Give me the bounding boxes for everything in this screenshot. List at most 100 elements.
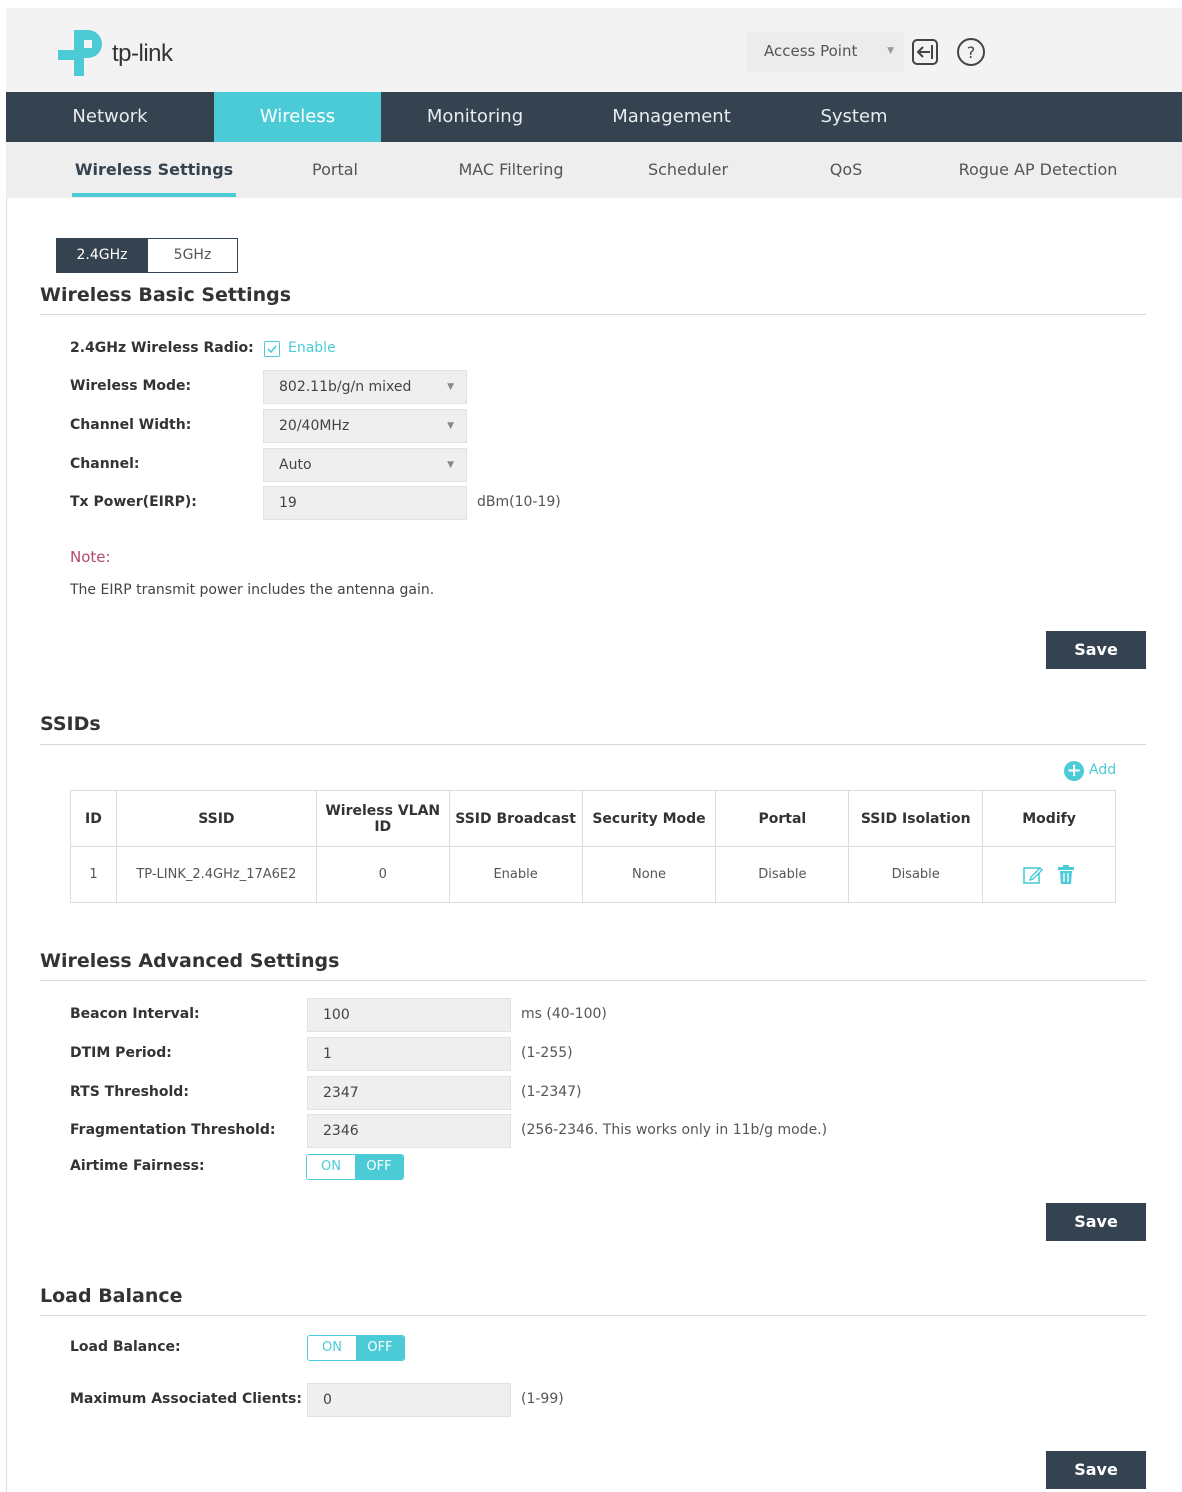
nav-management[interactable]: Management [569,92,774,142]
save-basic-button[interactable]: Save [1046,631,1146,669]
airtime-fairness-toggle[interactable]: ON OFF [306,1154,404,1180]
fragmentation-threshold-value: 2346 [323,1123,359,1139]
section-title-ssids: SSIDs [40,713,101,735]
nav-system[interactable]: System [774,92,934,142]
table-row[interactable]: 1 TP-LINK_2.4GHz_17A6E2 0 Enable None Di… [70,846,1116,903]
radio-label: 2.4GHz Wireless Radio: [70,340,254,356]
edit-icon[interactable] [1022,864,1044,886]
tab-scheduler[interactable]: Scheduler [626,142,750,198]
wireless-mode-select[interactable]: 802.11b/g/n mixed ▼ [263,370,467,404]
brand-name: tp-link [112,40,173,67]
nav-network[interactable]: Network [6,92,214,142]
toggle-off[interactable]: OFF [355,1155,403,1179]
cell-modify [982,846,1116,903]
wireless-mode-label: Wireless Mode: [70,378,192,394]
max-clients-label: Maximum Associated Clients: [70,1391,302,1407]
chevron-down-icon: ▼ [887,46,894,56]
active-tab-indicator [72,193,236,197]
cell-ssid: TP-LINK_2.4GHz_17A6E2 [115,846,317,903]
cell-portal: Disable [715,846,850,903]
enable-label: Enable [288,340,336,356]
tx-power-input[interactable]: 19 [263,486,467,520]
chevron-down-icon: ▼ [447,460,454,470]
channel-width-select[interactable]: 20/40MHz ▼ [263,409,467,443]
section-title-advanced: Wireless Advanced Settings [40,950,340,972]
band-tab-2-4ghz[interactable]: 2.4GHz [56,238,148,273]
tx-power-value: 19 [279,495,297,511]
channel-width-value: 20/40MHz [279,418,350,434]
max-clients-hint: (1-99) [521,1391,564,1407]
beacon-interval-label: Beacon Interval: [70,1006,200,1022]
note-text: The EIRP transmit power includes the ant… [70,582,435,598]
plus-icon: + [1064,761,1084,781]
dtim-period-input[interactable]: 1 [307,1037,511,1071]
cell-isolation: Disable [848,846,984,903]
channel-value: Auto [279,457,312,473]
logout-icon[interactable] [910,37,940,67]
col-ssid: SSID [115,790,317,847]
band-tab-5ghz[interactable]: 5GHz [147,238,238,273]
col-id: ID [70,790,117,847]
trash-icon[interactable] [1056,864,1076,886]
cell-broadcast: Enable [448,846,583,903]
tx-power-hint: dBm(10-19) [477,494,561,510]
sub-nav: Wireless Settings Portal MAC Filtering S… [6,142,1182,198]
tab-qos[interactable]: QoS [806,142,886,198]
toggle-on[interactable]: ON [308,1336,356,1360]
col-broadcast: SSID Broadcast [448,790,583,847]
help-icon[interactable]: ? [956,37,986,67]
rts-threshold-input[interactable]: 2347 [307,1076,511,1110]
col-portal: Portal [715,790,850,847]
channel-label: Channel: [70,456,140,472]
fragmentation-threshold-label: Fragmentation Threshold: [70,1122,276,1138]
check-icon [267,345,277,354]
save-load-balance-button[interactable]: Save [1046,1451,1146,1489]
tab-rogue-ap-detection[interactable]: Rogue AP Detection [946,142,1130,198]
ssid-table: ID SSID Wireless VLAN ID SSID Broadcast … [70,790,1116,903]
main-nav: Network Wireless Monitoring Management S… [6,92,1182,142]
rts-threshold-value: 2347 [323,1085,359,1101]
mode-select[interactable]: Access Point ▼ [746,32,904,72]
load-balance-toggle[interactable]: ON OFF [307,1335,405,1361]
beacon-interval-hint: ms (40-100) [521,1006,607,1022]
toggle-off[interactable]: OFF [356,1336,404,1360]
col-modify: Modify [982,790,1116,847]
nav-monitoring[interactable]: Monitoring [381,92,569,142]
airtime-fairness-label: Airtime Fairness: [70,1158,205,1174]
dtim-period-hint: (1-255) [521,1045,573,1061]
col-isolation: SSID Isolation [848,790,984,847]
beacon-interval-input[interactable]: 100 [307,998,511,1032]
header: tp-link Access Point ▼ ? [6,8,1182,92]
chevron-down-icon: ▼ [447,421,454,431]
fragmentation-threshold-input[interactable]: 2346 [307,1114,511,1148]
wireless-mode-value: 802.11b/g/n mixed [279,379,412,395]
tab-mac-filtering[interactable]: MAC Filtering [436,142,586,198]
table-header-row: ID SSID Wireless VLAN ID SSID Broadcast … [70,790,1116,847]
cell-id: 1 [70,846,117,903]
divider [40,744,1146,745]
cell-vlan: 0 [315,846,450,903]
fragmentation-threshold-hint: (256-2346. This works only in 11b/g mode… [521,1122,828,1138]
max-clients-input[interactable]: 0 [307,1383,511,1417]
enable-checkbox[interactable] [264,341,280,357]
svg-text:?: ? [967,43,976,62]
section-title-basic: Wireless Basic Settings [40,284,292,306]
cell-security: None [581,846,717,903]
save-advanced-button[interactable]: Save [1046,1203,1146,1241]
tx-power-label: Tx Power(EIRP): [70,494,197,510]
divider [40,1315,1146,1316]
nav-wireless[interactable]: Wireless [214,92,381,142]
rts-threshold-label: RTS Threshold: [70,1084,189,1100]
divider [40,980,1146,981]
beacon-interval-value: 100 [323,1007,350,1023]
max-clients-value: 0 [323,1392,332,1408]
col-security: Security Mode [581,790,717,847]
mode-select-value: Access Point [764,42,858,60]
tab-portal[interactable]: Portal [276,142,394,198]
note-title: Note: [70,548,111,566]
toggle-on[interactable]: ON [307,1155,355,1179]
chevron-down-icon: ▼ [447,382,454,392]
tab-wireless-settings[interactable]: Wireless Settings [66,142,242,198]
dtim-period-label: DTIM Period: [70,1045,172,1061]
channel-select[interactable]: Auto ▼ [263,448,467,482]
